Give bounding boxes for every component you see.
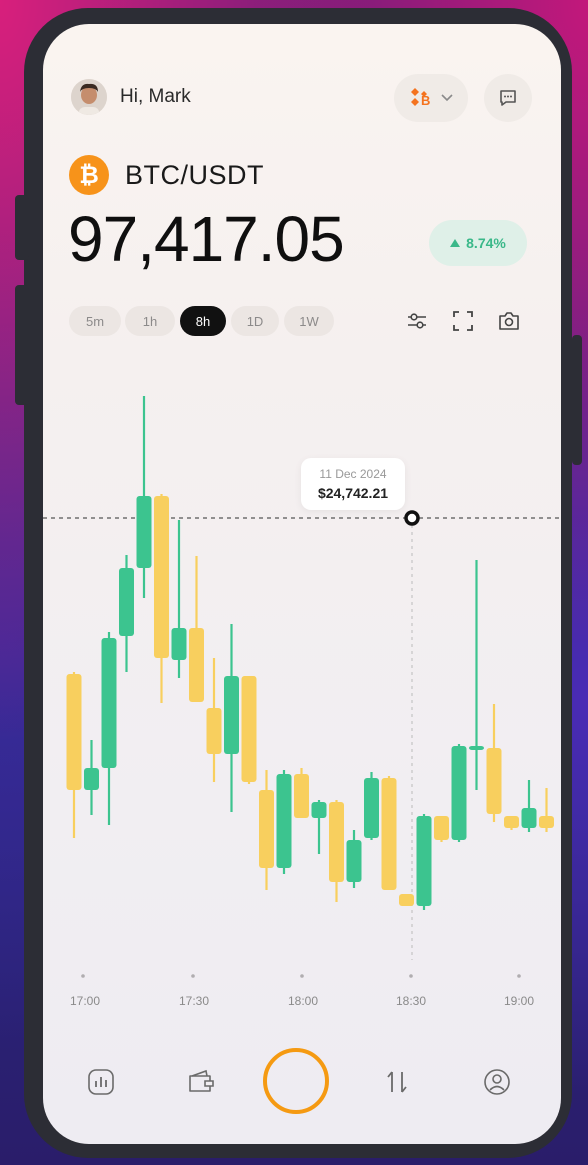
x-tick-label: 19:00	[503, 994, 535, 1008]
wallet-icon	[189, 1069, 214, 1092]
tooltip-value: $24,742.21	[317, 485, 389, 501]
candle	[539, 788, 554, 832]
candle-body	[101, 638, 117, 768]
tab-markets[interactable]	[83, 1064, 119, 1100]
candle	[416, 814, 432, 910]
x-tick-dot	[81, 974, 85, 978]
candle	[486, 704, 502, 822]
candle	[276, 770, 292, 874]
candle-body	[311, 802, 327, 818]
profile-icon	[484, 1069, 510, 1095]
tab-wallet[interactable]	[183, 1064, 219, 1100]
candle	[189, 556, 204, 702]
x-tick-label: 17:30	[178, 994, 210, 1008]
candle	[241, 676, 257, 784]
volume-button	[15, 285, 29, 405]
volume-button	[15, 195, 29, 260]
candle-body	[504, 816, 519, 828]
candle	[101, 632, 117, 825]
candle-body	[84, 768, 99, 790]
candle	[311, 800, 327, 854]
power-button	[572, 335, 582, 465]
crosshair-marker[interactable]	[404, 510, 420, 526]
app-screen: Hi, Mark B ₿ BTC/USDT 97,417.05 8.74% 5m…	[43, 24, 561, 1144]
candle	[399, 894, 414, 906]
candle	[84, 740, 99, 815]
trade-button[interactable]	[263, 1048, 329, 1114]
candle	[136, 396, 152, 598]
tab-profile[interactable]	[479, 1064, 515, 1100]
candle-body	[346, 840, 362, 882]
candle-body	[434, 816, 449, 840]
candle-body	[154, 496, 169, 658]
candle	[294, 768, 309, 818]
candle	[451, 744, 467, 842]
x-tick-label: 18:00	[287, 994, 319, 1008]
candle-body	[171, 628, 187, 660]
candle-body	[276, 774, 292, 868]
candle-body	[399, 894, 414, 906]
candle	[329, 800, 344, 902]
candle-body	[224, 676, 239, 754]
candle-body	[416, 816, 432, 906]
tooltip-date: 11 Dec 2024	[319, 467, 387, 481]
candle-body	[136, 496, 152, 568]
swap-icon	[387, 1071, 407, 1093]
candle-body	[206, 708, 222, 754]
candle	[381, 776, 397, 890]
candle	[171, 520, 187, 678]
candle-body	[241, 676, 257, 782]
candle-body	[381, 778, 397, 890]
candle	[224, 624, 239, 812]
candle-body	[189, 628, 204, 702]
candle	[206, 658, 222, 782]
candle-body	[119, 568, 134, 636]
candle-body	[259, 790, 274, 868]
candle	[119, 555, 134, 672]
price-tooltip: 11 Dec 2024 $24,742.21	[301, 458, 405, 510]
candle	[66, 672, 82, 838]
x-tick-dot	[300, 974, 304, 978]
candle-body	[294, 774, 309, 818]
candle-body	[451, 746, 467, 840]
candle-body	[539, 816, 554, 828]
candle	[259, 770, 274, 890]
candle-body	[486, 748, 502, 814]
candlestick-chart[interactable]	[43, 24, 561, 1024]
candle-body	[521, 808, 537, 828]
tab-swap[interactable]	[379, 1064, 415, 1100]
x-tick-label: 17:00	[69, 994, 101, 1008]
candle	[154, 494, 169, 703]
candle	[504, 816, 519, 830]
candle-body	[469, 746, 484, 750]
candle	[346, 830, 362, 888]
candle-body	[364, 778, 379, 838]
x-tick-dot	[409, 974, 413, 978]
candle-body	[66, 674, 82, 790]
candle	[434, 816, 449, 842]
x-tick-label: 18:30	[395, 994, 427, 1008]
candle-body	[329, 802, 344, 882]
x-tick-dot	[191, 974, 195, 978]
x-tick-dot	[517, 974, 521, 978]
candle	[521, 780, 537, 832]
candle	[469, 560, 484, 790]
candle	[364, 772, 379, 840]
chart-icon	[88, 1069, 114, 1095]
